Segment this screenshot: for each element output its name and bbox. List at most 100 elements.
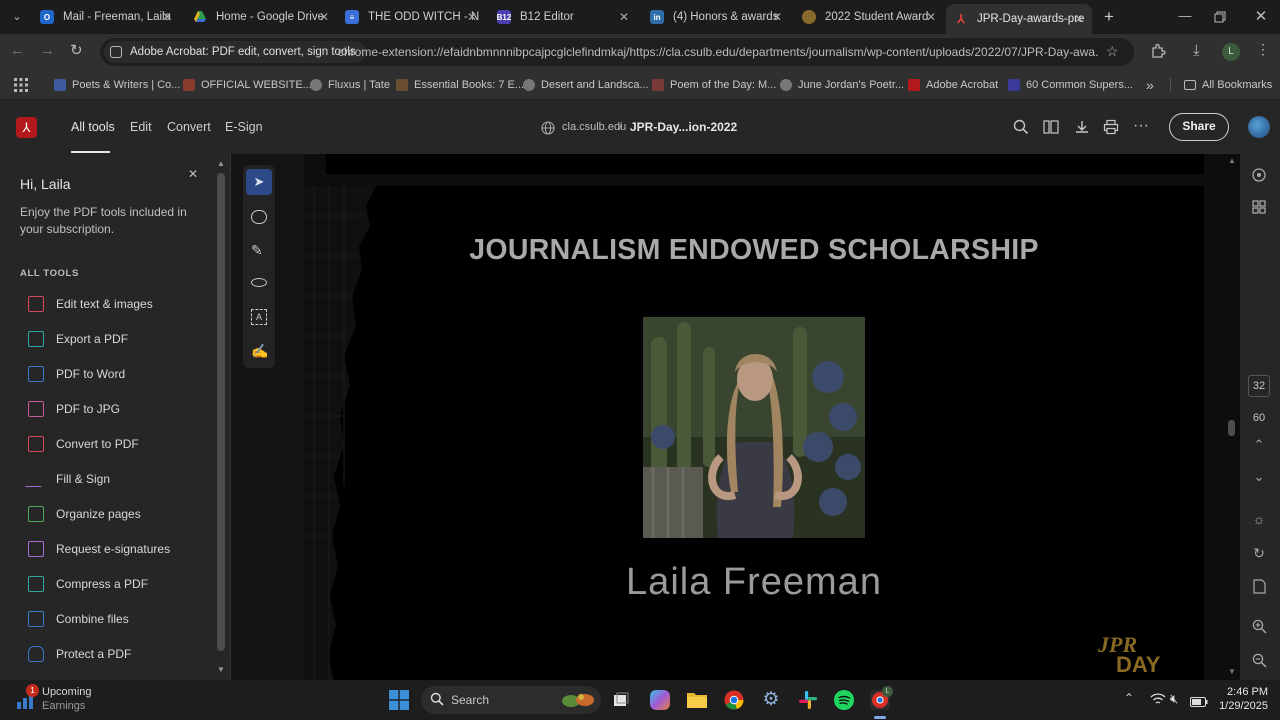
clock-date[interactable]: 1/29/2025 <box>1212 700 1268 712</box>
tool-pdf-to-jpg[interactable]: PDF to JPG <box>28 399 120 419</box>
chrome-profile-icon[interactable]: L <box>870 686 893 710</box>
grid-view-icon[interactable] <box>1248 196 1270 218</box>
tab-search-button[interactable]: ⌄ <box>8 8 26 26</box>
page-thumbnails-icon[interactable] <box>1043 119 1059 135</box>
download-icon[interactable]: ⤓ <box>1193 42 1200 59</box>
tab-google-drive[interactable]: Home - Google Drive ✕ <box>193 4 331 30</box>
document-scrollbar[interactable]: ▲ ▼ <box>1224 154 1240 680</box>
download-pdf-icon[interactable] <box>1074 119 1090 135</box>
scroll-up-arrow[interactable]: ▲ <box>1228 156 1236 165</box>
share-button[interactable]: Share <box>1169 113 1229 141</box>
tab-jpr-day[interactable]: ⅄ JPR-Day-awards-pre ✕ <box>946 4 1092 34</box>
bookmark-adobe-acrobat[interactable]: Adobe Acrobat <box>908 77 998 93</box>
lasso-tool-icon[interactable] <box>251 278 267 287</box>
tab-odd-witch[interactable]: ≡ THE ODD WITCH - N ✕ <box>345 4 479 30</box>
settings-icon[interactable]: ⚙ <box>760 689 782 711</box>
panel-close-icon[interactable]: ✕ <box>188 167 198 181</box>
comment-tool-icon[interactable] <box>251 210 267 224</box>
task-view-icon[interactable] <box>612 691 630 709</box>
spotify-icon[interactable] <box>834 690 854 710</box>
search-icon[interactable] <box>1013 119 1029 135</box>
close-icon[interactable]: ✕ <box>770 10 784 24</box>
close-icon[interactable]: ✕ <box>160 10 174 24</box>
more-options-icon[interactable]: ··· <box>1133 117 1149 135</box>
bookmark-poets-writers[interactable]: Poets & Writers | Co... <box>54 77 180 93</box>
apps-grid-icon[interactable] <box>14 78 28 92</box>
tool-fill-sign[interactable]: Fill & Sign <box>25 469 110 489</box>
pen-tool-icon[interactable]: ✎ <box>251 242 263 259</box>
page-info-icon[interactable] <box>1248 575 1270 597</box>
sign-tool-icon[interactable]: ✍ <box>251 343 268 360</box>
zoom-in-icon[interactable] <box>1248 615 1270 637</box>
scroll-up-arrow[interactable]: ▲ <box>217 159 225 168</box>
nav-convert[interactable]: Convert <box>167 120 211 134</box>
nav-esign[interactable]: E-Sign <box>225 120 263 134</box>
new-tab-button[interactable]: + <box>1100 7 1118 27</box>
tool-pdf-to-word[interactable]: PDF to Word <box>28 364 125 384</box>
scroll-thumb[interactable] <box>217 173 225 651</box>
tool-convert-to-pdf[interactable]: Convert to PDF <box>28 434 139 454</box>
show-hidden-icons[interactable]: ⌃ <box>1124 691 1134 705</box>
tab-mail[interactable]: O Mail - Freeman, Laila ✕ <box>40 4 174 30</box>
clock-time[interactable]: 2:46 PM <box>1224 686 1268 698</box>
text-box-tool-icon[interactable]: A <box>251 309 267 325</box>
close-icon[interactable]: ✕ <box>1072 12 1086 26</box>
close-icon[interactable]: ✕ <box>617 10 631 24</box>
minimize-button[interactable]: — <box>1176 8 1194 26</box>
bookmark-official-website[interactable]: OFFICIAL WEBSITE... <box>183 77 312 93</box>
scroll-down-arrow[interactable]: ▼ <box>217 665 225 674</box>
nav-all-tools[interactable]: All tools <box>71 120 115 134</box>
bookmark-common-supers[interactable]: 60 Common Supers... <box>1008 77 1133 93</box>
menu-kebab-icon[interactable]: ⋮ <box>1256 41 1270 58</box>
tool-edit-text-images[interactable]: Edit text & images <box>28 294 153 314</box>
wifi-icon[interactable] <box>1150 692 1166 706</box>
tool-combine-files[interactable]: Combine files <box>28 609 129 629</box>
copilot-icon[interactable] <box>650 690 670 710</box>
tool-export-pdf[interactable]: Export a PDF <box>28 329 128 349</box>
bookmark-june-jordan[interactable]: June Jordan's Poetr... <box>780 77 904 93</box>
scroll-thumb[interactable] <box>1228 420 1235 436</box>
tab-student-award[interactable]: 2022 Student Award ✕ <box>802 4 938 30</box>
reload-button[interactable]: ↻ <box>70 41 88 59</box>
all-bookmarks-button[interactable]: All Bookmarks <box>1184 77 1272 93</box>
widgets-button[interactable]: 1 Upcoming Earnings <box>16 684 156 716</box>
battery-icon[interactable] <box>1190 694 1208 707</box>
bookmarks-overflow-button[interactable]: » <box>1146 77 1154 93</box>
next-page-icon[interactable]: ⌄ <box>1248 466 1270 488</box>
volume-icon[interactable]: 🔇︎ <box>1170 691 1178 707</box>
bookmark-essential-books[interactable]: Essential Books: 7 E... <box>396 77 524 93</box>
previous-page-icon[interactable]: ⌃ <box>1248 434 1270 456</box>
close-icon[interactable]: ✕ <box>465 10 479 24</box>
acrobat-logo[interactable]: ⅄ <box>16 117 37 138</box>
tool-protect-pdf[interactable]: Protect a PDF <box>28 644 131 664</box>
site-info-chip[interactable]: Adobe Acrobat: PDF edit, convert, sign t… <box>104 41 366 63</box>
brightness-icon[interactable]: ☼ <box>1248 508 1270 530</box>
omnibox[interactable]: Adobe Acrobat: PDF edit, convert, sign t… <box>100 38 1134 66</box>
close-icon[interactable]: ✕ <box>924 10 938 24</box>
current-page-number[interactable]: 32 <box>1248 375 1270 397</box>
select-tool-button[interactable]: ➤ <box>246 169 272 195</box>
scroll-down-arrow[interactable]: ▼ <box>1228 667 1236 676</box>
back-button[interactable]: ← <box>10 42 28 60</box>
ai-assistant-icon[interactable] <box>1248 164 1270 186</box>
tool-compress-pdf[interactable]: Compress a PDF <box>28 574 148 594</box>
taskbar-search[interactable]: Search <box>421 686 601 714</box>
file-name[interactable]: JPR-Day...ion-2022 <box>630 120 737 134</box>
tab-linkedin[interactable]: in (4) Honors & awards ✕ <box>650 4 784 30</box>
zoom-out-icon[interactable] <box>1248 649 1270 671</box>
print-icon[interactable] <box>1103 119 1119 135</box>
chevron-down-icon[interactable]: ⌄ <box>730 120 738 131</box>
bookmark-poem-of-day[interactable]: Poem of the Day: M... <box>652 77 776 93</box>
extensions-icon[interactable] <box>1150 43 1166 59</box>
forward-button[interactable]: → <box>40 42 58 60</box>
tab-b12-editor[interactable]: B12 B12 Editor ✕ <box>497 4 631 30</box>
bookmark-star-icon[interactable]: ☆ <box>1106 43 1119 60</box>
rotate-icon[interactable]: ↻ <box>1248 542 1270 564</box>
bookmark-desert-landscape[interactable]: Desert and Landsca... <box>523 77 649 93</box>
start-button[interactable] <box>389 690 409 710</box>
close-window-button[interactable]: ✕ <box>1252 7 1270 25</box>
restore-button[interactable] <box>1212 9 1228 25</box>
bookmark-fluxus-tate[interactable]: Fluxus | Tate <box>310 77 390 93</box>
slack-icon[interactable] <box>798 690 818 710</box>
tool-request-esignatures[interactable]: Request e-signatures <box>28 539 170 559</box>
